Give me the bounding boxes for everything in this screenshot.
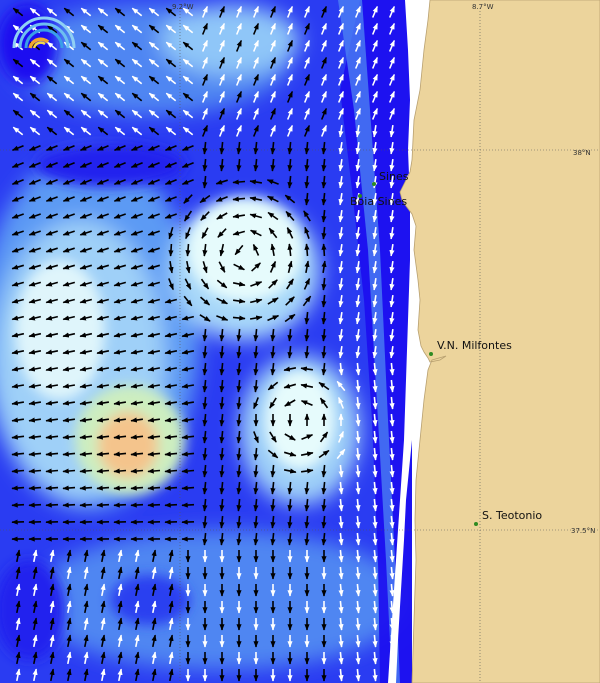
pale-west bbox=[15, 260, 105, 400]
current-arrow bbox=[168, 243, 174, 257]
place-marker-vn-milfontes bbox=[429, 352, 433, 356]
current-arrow bbox=[181, 502, 195, 508]
current-arrow bbox=[232, 179, 246, 185]
current-arrow bbox=[130, 485, 144, 491]
longitude-label-8-7: 8.7°W bbox=[472, 3, 494, 11]
current-arrow bbox=[164, 485, 178, 491]
current-arrow bbox=[28, 502, 42, 508]
current-arrow bbox=[164, 468, 178, 474]
place-marker-s-teotonio bbox=[474, 522, 478, 526]
current-arrow bbox=[147, 502, 161, 508]
current-arrow bbox=[11, 468, 25, 474]
dark-south-center bbox=[110, 575, 190, 625]
current-arrow bbox=[304, 243, 310, 257]
current-arrow bbox=[147, 485, 161, 491]
longitude-label-9-2: 9.2°W bbox=[172, 3, 194, 11]
place-label-s-teotonio: S. Teotonio bbox=[482, 509, 542, 522]
current-arrow bbox=[62, 502, 76, 508]
current-arrow bbox=[79, 468, 93, 474]
current-arrow bbox=[185, 243, 191, 257]
current-arrow bbox=[147, 468, 161, 474]
latitude-label-37-5: 37.5°N bbox=[571, 527, 595, 535]
current-arrow bbox=[130, 468, 144, 474]
current-arrow bbox=[79, 502, 93, 508]
current-arrow bbox=[62, 468, 76, 474]
current-arrow bbox=[96, 502, 110, 508]
place-label-vn-milfontes: V.N. Milfontes bbox=[437, 339, 512, 352]
current-arrow bbox=[96, 468, 110, 474]
current-arrow bbox=[181, 485, 195, 491]
place-label-sines: Sines bbox=[379, 170, 409, 183]
current-map: 9.2°W 8.7°W 38°N 37.5°N Sines Boia Sines… bbox=[0, 0, 600, 683]
current-arrow bbox=[11, 485, 25, 491]
current-arrow bbox=[45, 468, 59, 474]
latitude-label-38: 38°N bbox=[573, 149, 591, 157]
current-arrow bbox=[181, 468, 195, 474]
current-arrow bbox=[113, 502, 127, 508]
current-arrow bbox=[11, 502, 25, 508]
light-north bbox=[160, 5, 300, 75]
current-arrow bbox=[321, 243, 327, 257]
current-arrow bbox=[28, 485, 42, 491]
current-arrow bbox=[113, 485, 127, 491]
place-boia-sines: Boia Sines bbox=[350, 194, 407, 208]
warm-orange-core bbox=[98, 412, 158, 478]
current-arrow bbox=[113, 468, 127, 474]
current-arrow bbox=[28, 468, 42, 474]
place-marker-sines bbox=[372, 182, 376, 186]
current-arrow bbox=[62, 485, 76, 491]
current-arrow bbox=[45, 485, 59, 491]
current-arrow bbox=[164, 502, 178, 508]
current-arrow bbox=[130, 502, 144, 508]
current-speed-field bbox=[0, 0, 412, 683]
current-arrow bbox=[45, 502, 59, 508]
current-arrow bbox=[79, 485, 93, 491]
place-label-boia-sines: Boia Sines bbox=[350, 195, 407, 208]
map-canvas: 9.2°W 8.7°W 38°N 37.5°N Sines Boia Sines… bbox=[0, 0, 600, 683]
current-arrow bbox=[96, 485, 110, 491]
